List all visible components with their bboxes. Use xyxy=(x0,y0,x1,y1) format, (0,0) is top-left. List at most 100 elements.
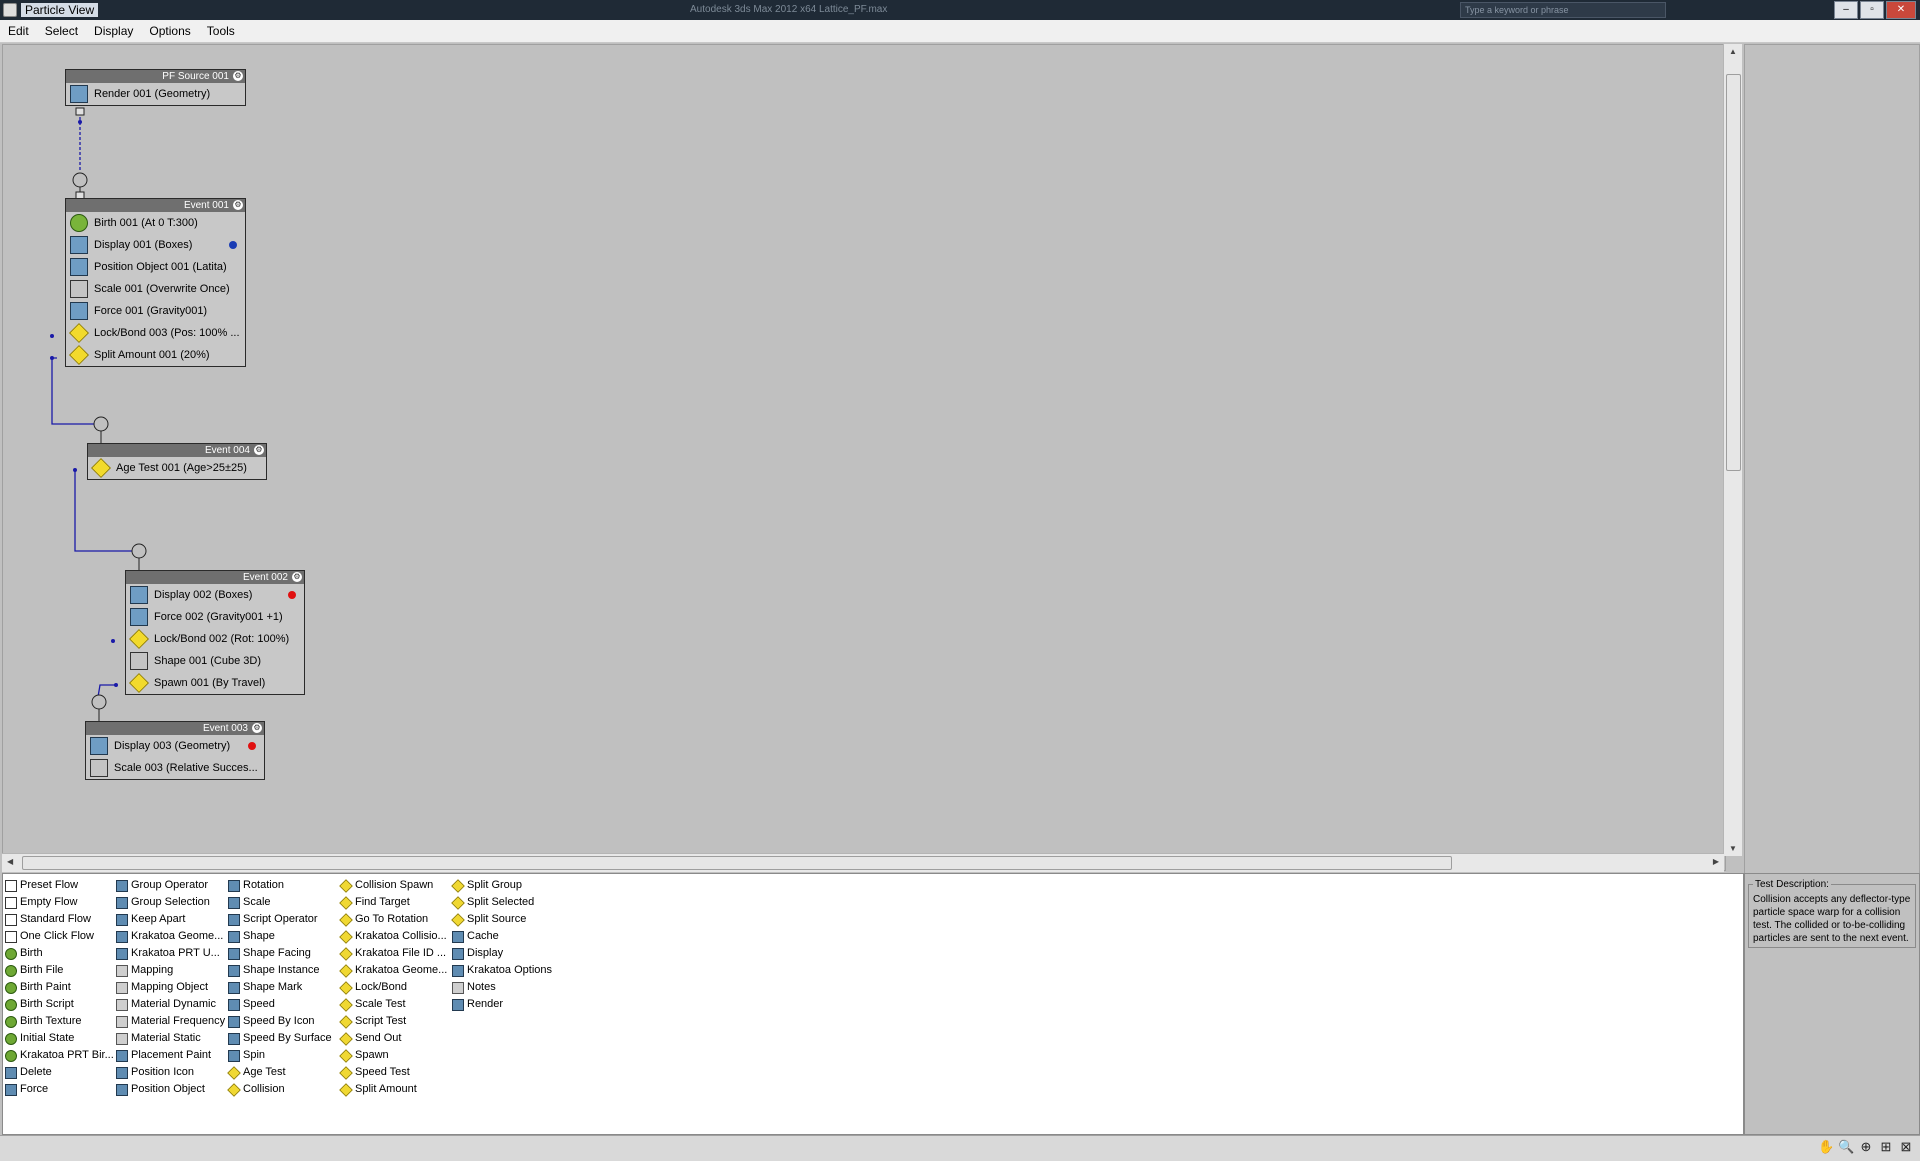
depot-item[interactable]: Preset Flow xyxy=(5,877,114,894)
node-event-003[interactable]: Event 003 ⚙ Display 003 (Geometry) Scale … xyxy=(85,721,265,780)
depot-item[interactable]: Spawn xyxy=(339,1047,447,1064)
depot-item[interactable]: Krakatoa Geome... xyxy=(116,928,225,945)
depot-item[interactable]: Rotation xyxy=(228,877,332,894)
node-test-row[interactable]: Split Amount 001 (20%) xyxy=(66,344,245,366)
depot-item[interactable]: Krakatoa PRT Bir... xyxy=(5,1047,114,1064)
depot-item[interactable]: Birth Script xyxy=(5,996,114,1013)
node-pf-source-001[interactable]: PF Source 001 ⚙ Render 001 (Geometry) xyxy=(65,69,246,106)
depot-item[interactable]: Render xyxy=(452,996,552,1013)
depot-item[interactable]: Krakatoa Options xyxy=(452,962,552,979)
no-zoom-icon[interactable]: ⊠ xyxy=(1898,1139,1914,1155)
node-event-004[interactable]: Event 004 ⚙ Age Test 001 (Age>25±25) xyxy=(87,443,267,480)
depot-item[interactable]: Split Group xyxy=(451,877,552,894)
depot-item[interactable]: Scale xyxy=(228,894,332,911)
node-test-row[interactable]: Age Test 001 (Age>25±25) xyxy=(88,457,266,479)
depot-item[interactable]: Collision Spawn xyxy=(339,877,447,894)
depot-item[interactable]: Cache xyxy=(452,928,552,945)
depot-item[interactable]: Birth File xyxy=(5,962,114,979)
scroll-left-icon[interactable]: ◀ xyxy=(7,857,13,866)
depot-item[interactable]: Placement Paint xyxy=(116,1047,225,1064)
node-settings-icon[interactable]: ⚙ xyxy=(252,723,262,733)
depot-item-label: Speed Test xyxy=(355,1066,410,1078)
depot-item[interactable]: Split Source xyxy=(451,911,552,928)
depot-item[interactable]: Initial State xyxy=(5,1030,114,1047)
node-test-row[interactable]: Spawn 001 (By Travel) xyxy=(126,672,304,694)
node-operator-row[interactable]: Scale 003 (Relative Succes... xyxy=(86,757,264,779)
depot-item[interactable]: Shape Facing xyxy=(228,945,332,962)
node-operator-row[interactable]: Force 001 (Gravity001) xyxy=(66,300,245,322)
depot-item[interactable]: Spin xyxy=(228,1047,332,1064)
node-test-row[interactable]: Lock/Bond 002 (Rot: 100%) xyxy=(126,628,304,650)
node-operator-row[interactable]: Force 002 (Gravity001 +1) xyxy=(126,606,304,628)
depot-item[interactable]: Go To Rotation xyxy=(339,911,447,928)
depot-item[interactable]: Send Out xyxy=(339,1030,447,1047)
node-settings-icon[interactable]: ⚙ xyxy=(233,200,243,210)
depot-item[interactable]: Standard Flow xyxy=(5,911,114,928)
depot-item[interactable]: Position Icon xyxy=(116,1064,225,1081)
depot-item[interactable]: Position Object xyxy=(116,1081,225,1098)
node-operator-row[interactable]: Birth 001 (At 0 T:300) xyxy=(66,212,245,234)
scroll-right-icon[interactable]: ▶ xyxy=(1713,857,1719,866)
depot-item[interactable]: Collision xyxy=(227,1081,332,1098)
vertical-scroll-thumb[interactable] xyxy=(1726,74,1741,471)
node-event-002[interactable]: Event 002 ⚙ Display 002 (Boxes) Force 002… xyxy=(125,570,305,695)
node-event-001[interactable]: Event 001 ⚙ Birth 001 (At 0 T:300) Displa… xyxy=(65,198,246,367)
scroll-down-icon[interactable]: ▼ xyxy=(1729,844,1737,853)
node-operator-row[interactable]: Display 002 (Boxes) xyxy=(126,584,304,606)
vertical-scrollbar[interactable]: ▲ ▼ xyxy=(1723,44,1742,856)
depot-item[interactable]: Material Static xyxy=(116,1030,225,1047)
depot-item[interactable]: Force xyxy=(5,1081,114,1098)
depot-item[interactable]: Birth Paint xyxy=(5,979,114,996)
horizontal-scroll-thumb[interactable] xyxy=(22,856,1452,870)
depot-item[interactable]: Empty Flow xyxy=(5,894,114,911)
depot-item[interactable]: Script Operator xyxy=(228,911,332,928)
node-settings-icon[interactable]: ⚙ xyxy=(233,71,243,81)
horizontal-scrollbar[interactable]: ◀ ▶ xyxy=(2,853,1724,872)
node-test-row[interactable]: Lock/Bond 003 (Pos: 100% ... xyxy=(66,322,245,344)
pan-icon[interactable]: ✋ xyxy=(1818,1139,1834,1155)
depot-item[interactable]: Speed By Icon xyxy=(228,1013,332,1030)
depot-item[interactable]: Display xyxy=(452,945,552,962)
depot-item[interactable]: Mapping xyxy=(116,962,225,979)
depot-item[interactable]: Shape Mark xyxy=(228,979,332,996)
depot-item[interactable]: Split Selected xyxy=(451,894,552,911)
depot-item[interactable]: Mapping Object xyxy=(116,979,225,996)
depot-item[interactable]: Find Target xyxy=(339,894,447,911)
node-operator-row[interactable]: Render 001 (Geometry) xyxy=(66,83,245,105)
depot-item[interactable]: Krakatoa Geome... xyxy=(339,962,447,979)
node-operator-row[interactable]: Scale 001 (Overwrite Once) xyxy=(66,278,245,300)
node-operator-row[interactable]: Position Object 001 (Latita) xyxy=(66,256,245,278)
depot-item[interactable]: Speed xyxy=(228,996,332,1013)
depot-item[interactable]: Lock/Bond xyxy=(339,979,447,996)
depot-item[interactable]: Material Frequency xyxy=(116,1013,225,1030)
scroll-up-icon[interactable]: ▲ xyxy=(1729,47,1737,56)
depot-item[interactable]: Shape xyxy=(228,928,332,945)
depot-item[interactable]: Group Operator xyxy=(116,877,225,894)
depot-item[interactable]: Split Amount xyxy=(339,1081,447,1098)
depot-item[interactable]: Birth Texture xyxy=(5,1013,114,1030)
depot-item[interactable]: Scale Test xyxy=(339,996,447,1013)
depot-item[interactable]: Script Test xyxy=(339,1013,447,1030)
depot-item[interactable]: Krakatoa PRT U... xyxy=(116,945,225,962)
depot-item[interactable]: Birth xyxy=(5,945,114,962)
node-settings-icon[interactable]: ⚙ xyxy=(254,445,264,455)
depot-item[interactable]: Material Dynamic xyxy=(116,996,225,1013)
depot-item[interactable]: Speed By Surface xyxy=(228,1030,332,1047)
node-operator-row[interactable]: Display 001 (Boxes) xyxy=(66,234,245,256)
zoom-extents-icon[interactable]: ⊞ xyxy=(1878,1139,1894,1155)
depot-item[interactable]: Krakatoa Collisio... xyxy=(339,928,447,945)
depot-item[interactable]: One Click Flow xyxy=(5,928,114,945)
zoom-region-icon[interactable]: ⊕ xyxy=(1858,1139,1874,1155)
depot-item[interactable]: Keep Apart xyxy=(116,911,225,928)
depot-item[interactable]: Age Test xyxy=(227,1064,332,1081)
node-operator-row[interactable]: Display 003 (Geometry) xyxy=(86,735,264,757)
node-operator-row[interactable]: Shape 001 (Cube 3D) xyxy=(126,650,304,672)
depot-item[interactable]: Krakatoa File ID ... xyxy=(339,945,447,962)
depot-item[interactable]: Group Selection xyxy=(116,894,225,911)
depot-item[interactable]: Speed Test xyxy=(339,1064,447,1081)
depot-item[interactable]: Notes xyxy=(452,979,552,996)
depot-item[interactable]: Delete xyxy=(5,1064,114,1081)
depot-item[interactable]: Shape Instance xyxy=(228,962,332,979)
node-settings-icon[interactable]: ⚙ xyxy=(292,572,302,582)
zoom-icon[interactable]: 🔍 xyxy=(1838,1139,1854,1155)
